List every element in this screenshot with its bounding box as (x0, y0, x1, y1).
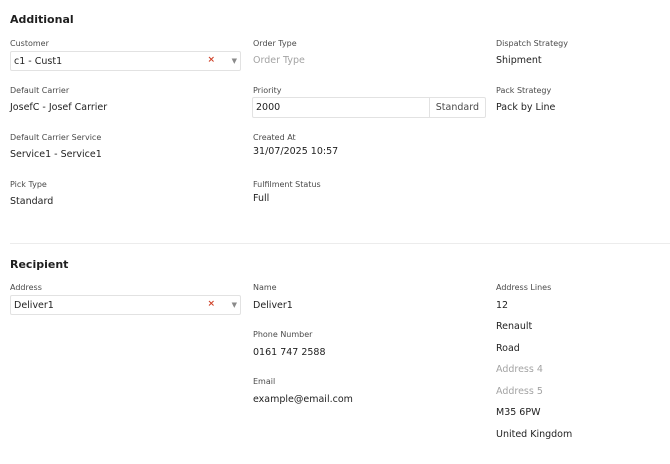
dispatch-strategy-value: Shipment (496, 55, 542, 66)
dispatch-strategy-label: Dispatch Strategy (496, 39, 568, 48)
address-line-4-input[interactable]: Address 4 (496, 364, 543, 375)
created-at-label: Created At (253, 133, 296, 142)
email-label: Email (253, 377, 276, 386)
priority-input[interactable] (253, 98, 429, 117)
email-value: example@email.com (253, 394, 353, 405)
priority-level: Standard (428, 98, 485, 117)
address-label: Address (10, 283, 42, 292)
clear-icon[interactable]: × (207, 299, 215, 309)
fulfilment-status-value: Full (253, 193, 270, 204)
country-value: United Kingdom (496, 429, 573, 440)
section-title-recipient: Recipient (10, 258, 69, 271)
customer-select-value: c1 - Cust1 (14, 56, 63, 67)
default-carrier-service-value: Service1 - Service1 (10, 149, 102, 160)
order-type-label: Order Type (253, 39, 297, 48)
customer-select[interactable]: c1 - Cust1 × ▼ (10, 51, 241, 71)
phone-number-value: 0161 747 2588 (253, 347, 326, 358)
default-carrier-label: Default Carrier (10, 86, 70, 95)
postcode-value: M35 6PW (496, 407, 541, 418)
pack-strategy-label: Pack Strategy (496, 86, 552, 95)
address-line-1: 12 (496, 300, 509, 311)
name-value: Deliver1 (253, 300, 293, 311)
created-at-value: 31/07/2025 10:57 (253, 146, 339, 157)
address-line-5-input[interactable]: Address 5 (496, 386, 543, 397)
priority-field[interactable]: Standard (252, 97, 486, 118)
pack-strategy-value: Pack by Line (496, 102, 556, 113)
pick-type-label: Pick Type (10, 180, 47, 189)
pick-type-value: Standard (10, 196, 54, 207)
section-title-additional: Additional (10, 13, 74, 26)
section-divider (10, 243, 670, 244)
fulfilment-status-label: Fulfilment Status (253, 180, 321, 189)
address-line-2: Renault (496, 321, 533, 332)
clear-icon[interactable]: × (207, 55, 215, 65)
address-line-3: Road (496, 343, 520, 354)
priority-label: Priority (253, 86, 282, 95)
order-type-input[interactable]: Order Type (253, 55, 305, 66)
chevron-down-icon[interactable]: ▼ (232, 57, 237, 65)
chevron-down-icon[interactable]: ▼ (232, 301, 237, 309)
address-select[interactable]: Deliver1 × ▼ (10, 295, 241, 315)
address-select-value: Deliver1 (14, 300, 54, 311)
default-carrier-service-label: Default Carrier Service (10, 133, 102, 142)
phone-number-label: Phone Number (253, 330, 313, 339)
customer-label: Customer (10, 39, 49, 48)
default-carrier-value: JosefC - Josef Carrier (10, 102, 108, 113)
name-label: Name (253, 283, 277, 292)
address-lines-label: Address Lines (496, 283, 552, 292)
